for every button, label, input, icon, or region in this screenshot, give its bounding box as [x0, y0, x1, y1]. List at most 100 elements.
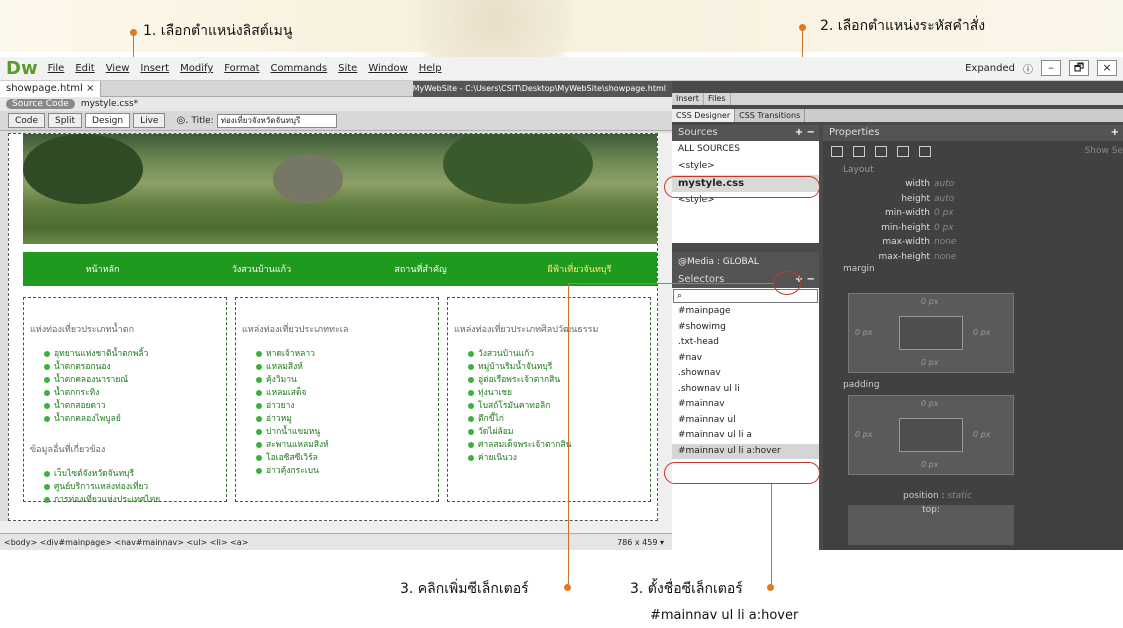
tab-insert[interactable]: Insert — [672, 93, 704, 105]
list-item[interactable]: หมู่บ้านริมน้ำจันทบุรี — [454, 361, 644, 374]
title-input[interactable]: ท่องเที่ยวจังหวัดจันทบุรี — [216, 113, 337, 128]
list-item[interactable]: ตึกขี้ไก่ — [454, 413, 644, 426]
menu-modify[interactable]: Modify — [180, 63, 213, 74]
properties-pane: Properties + Show Se Layout width auto hei… — [823, 125, 1123, 550]
tag-selector[interactable]: <body> <div#mainpage> <nav#mainnav> <ul>… — [4, 538, 248, 547]
menu-view[interactable]: View — [106, 63, 130, 74]
property-row: width auto — [905, 179, 955, 189]
column-heading: ข้อมูลอื่นที่เกี่ยวข้อง — [30, 445, 106, 455]
list-item[interactable]: โบสถ์โรมันคาทอลิก — [454, 400, 644, 413]
tab-css-designer[interactable]: CSS Designer — [672, 109, 736, 122]
code-view-button[interactable]: Code — [8, 113, 46, 128]
border-icon[interactable] — [875, 145, 887, 157]
add-property-icon[interactable]: + — [1111, 125, 1119, 141]
list-item[interactable]: ศาลสมเด็จพระเจ้าตากสิน — [454, 439, 644, 452]
list-item[interactable]: อ่าวยาง — [242, 400, 432, 413]
list-item[interactable]: อุทยานแห่งชาติน้ำตกพลิ้ว — [30, 348, 220, 361]
list-item[interactable]: อ่าวคุ้งกระเบน — [242, 465, 432, 478]
tab-showpage[interactable]: showpage.html × — [0, 80, 102, 97]
list-item[interactable]: หาดเจ้าหลาว — [242, 348, 432, 361]
nav-item-wang[interactable]: วังสวนบ้านแก้ว — [182, 262, 341, 276]
menu-format[interactable]: Format — [224, 63, 259, 74]
annotation-3b: 3. ตั้งชื่อซีเล็กเตอร์ — [630, 581, 743, 597]
list-item[interactable]: น้ำตกคลองไพบูลย์ — [30, 413, 220, 426]
selector-item[interactable]: .txt-head — [672, 335, 819, 351]
nav-item-tour[interactable]: ผีฟ้าเที่ยวจันทบุรี — [500, 262, 657, 276]
nav-item-home[interactable]: หน้าหลัก — [23, 262, 182, 276]
header-photo — [23, 134, 657, 244]
source-item[interactable]: <style> — [672, 158, 819, 175]
list-item[interactable]: แหลมสิงห์ — [242, 361, 432, 374]
properties-header: Properties + — [823, 125, 1123, 141]
list-item[interactable]: อู่ต่อเรือพระเจ้าตากสิน — [454, 374, 644, 387]
list-item[interactable]: ค่ายเนินวง — [454, 452, 644, 465]
show-set-checkbox[interactable]: Show Se — [1085, 146, 1123, 156]
annotation-line-3a — [568, 283, 569, 586]
selector-item[interactable]: #mainnav — [672, 397, 819, 413]
selector-item[interactable]: #nav — [672, 351, 819, 367]
position-box[interactable]: top: — [848, 505, 1014, 545]
selector-item-selected[interactable]: #mainnav ul li a:hover — [672, 443, 819, 459]
menu-insert[interactable]: Insert — [140, 63, 169, 74]
window-size[interactable]: 786 x 459 ▾ — [617, 538, 672, 547]
list-item[interactable]: เว็บไซต์จังหวัดจันทบุรี — [30, 468, 220, 481]
list-item[interactable]: คุ้งวิมาน — [242, 374, 432, 387]
selector-item[interactable]: #showimg — [672, 320, 819, 336]
close-button[interactable]: × — [1097, 60, 1117, 76]
tab-files[interactable]: Files — [704, 93, 731, 105]
add-source-icon[interactable]: + − — [795, 125, 815, 141]
selector-item[interactable]: #mainnav ul li a — [672, 428, 819, 444]
menu-site[interactable]: Site — [338, 63, 357, 74]
padding-label: padding — [843, 380, 880, 390]
status-bar: <body> <div#mainpage> <nav#mainnav> <ul>… — [0, 533, 672, 550]
padding-box[interactable]: 0 px 0 px 0 px 0 px — [848, 395, 1014, 475]
list-item[interactable]: อ่าวหมู — [242, 413, 432, 426]
list-item[interactable]: น้ำตกคลองนารายณ์ — [30, 374, 220, 387]
margin-box[interactable]: 0 px 0 px 0 px 0 px — [848, 293, 1014, 373]
source-code-button[interactable]: Source Code — [6, 99, 75, 109]
list-item[interactable]: วัดไผ่ล้อม — [454, 426, 644, 439]
media-header[interactable]: @Media : GLOBAL — [672, 252, 819, 272]
browser-preview-icon[interactable]: ◎. — [176, 115, 188, 126]
list-item[interactable]: น้ำตกสอยดาว — [30, 400, 220, 413]
background-icon[interactable] — [897, 145, 909, 157]
source-item[interactable]: ALL SOURCES — [672, 141, 819, 158]
menu-window[interactable]: Window — [368, 63, 407, 74]
design-view-button[interactable]: Design — [85, 113, 131, 128]
tab-css-transitions[interactable]: CSS Transitions — [735, 109, 806, 122]
info-icon[interactable]: ⓘ — [1023, 61, 1033, 76]
text-icon[interactable] — [853, 145, 865, 157]
list-item[interactable]: แหลมเสด็จ — [242, 387, 432, 400]
menu-edit[interactable]: Edit — [75, 63, 94, 74]
restore-button[interactable]: 🗗 — [1069, 60, 1089, 76]
split-view-button[interactable]: Split — [48, 113, 83, 128]
selector-item[interactable]: .shownav ul li — [672, 382, 819, 398]
workspace-switcher[interactable]: Expanded — [965, 63, 1015, 74]
list-item[interactable]: น้ำตกตรอกนอง — [30, 361, 220, 374]
layout-icon[interactable] — [831, 145, 843, 157]
list-item[interactable]: ทุ่งนาเชย — [454, 387, 644, 400]
menu-bar: Dw File Edit View Insert Modify Format C… — [0, 57, 1123, 81]
list-item[interactable]: การท่องเที่ยวแห่งประเทศไทย — [30, 494, 220, 507]
menu-commands[interactable]: Commands — [271, 63, 328, 74]
sources-header: Sources + − — [672, 125, 819, 141]
list-item[interactable]: โอเอซิสซีเวิร์ล — [242, 452, 432, 465]
list-item[interactable]: วังสวนบ้านแก้ว — [454, 348, 644, 361]
nav-item-places[interactable]: สถานที่สำคัญ — [341, 262, 500, 276]
horizontal-scrollbar[interactable] — [0, 521, 672, 533]
list-item[interactable]: น้ำตกกระทิง — [30, 387, 220, 400]
column-heading: แหล่งท่องเที่ยวประเภทศิลปวัฒนธรรม — [454, 325, 599, 335]
css-file-link[interactable]: mystyle.css* — [81, 99, 138, 109]
selector-item[interactable]: #mainpage — [672, 304, 819, 320]
list-item[interactable]: ปากน้ำแขมหนู — [242, 426, 432, 439]
menu-help[interactable]: Help — [419, 63, 442, 74]
live-view-button[interactable]: Live — [133, 113, 166, 128]
design-view: หน้าหลัก วังสวนบ้านแก้ว สถานที่สำคัญ ผีฟ… — [8, 133, 658, 521]
selector-item[interactable]: #mainnav ul — [672, 413, 819, 429]
list-item[interactable]: สะพานแหลมสิงห์ — [242, 439, 432, 452]
selector-item[interactable]: .shownav — [672, 366, 819, 382]
list-item[interactable]: ศูนย์บริการแหล่งท่องเที่ยว — [30, 481, 220, 494]
more-icon[interactable] — [919, 145, 931, 157]
minimize-button[interactable]: – — [1041, 60, 1061, 76]
menu-file[interactable]: File — [48, 63, 65, 74]
